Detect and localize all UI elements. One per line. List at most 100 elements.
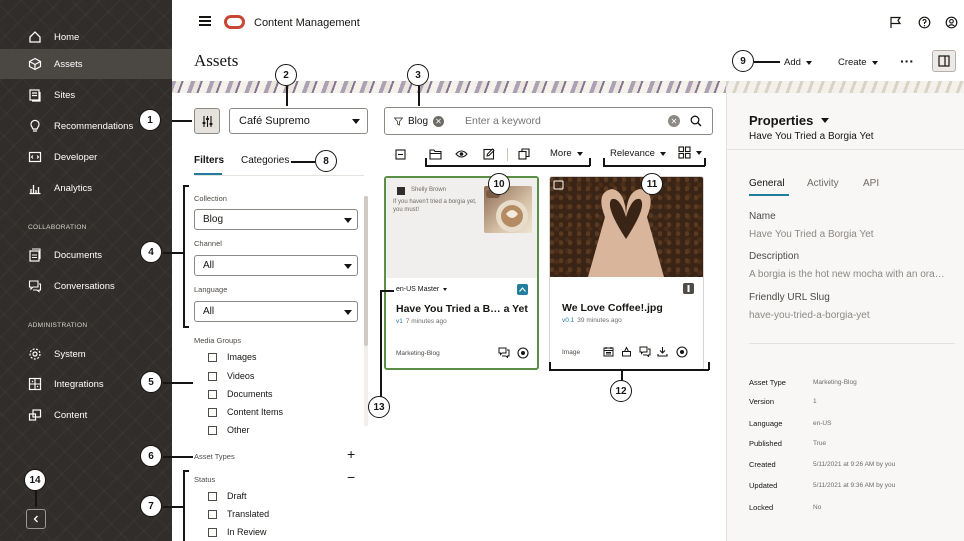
- language-dropdown[interactable]: en-US Master: [396, 286, 448, 293]
- media-group-content-items[interactable]: Content Items: [208, 407, 283, 417]
- meta-value: 1: [813, 398, 817, 405]
- properties-panel-toggle[interactable]: [932, 50, 956, 72]
- more-actions-button[interactable]: ···: [900, 53, 914, 69]
- hamburger-menu-icon[interactable]: [199, 16, 211, 26]
- callout-2: 2: [275, 64, 297, 86]
- flag-icon[interactable]: [887, 14, 903, 30]
- chevron-down-icon: [871, 60, 878, 65]
- callout-8: 8: [315, 150, 337, 172]
- callout-bracket: [183, 470, 185, 541]
- lock-icon[interactable]: [620, 345, 633, 358]
- tab-api[interactable]: API: [863, 178, 879, 189]
- sidebar-item-content[interactable]: Content: [0, 400, 172, 430]
- checkbox[interactable]: [208, 425, 217, 435]
- select-all-icon[interactable]: [392, 146, 408, 162]
- repository-select[interactable]: Café Supremo: [229, 108, 368, 134]
- content-icon: [26, 406, 44, 424]
- filter-toggle-button[interactable]: [194, 108, 220, 134]
- preview-icon[interactable]: [675, 345, 688, 358]
- checkbox[interactable]: [208, 371, 217, 381]
- checkbox-label: Content Items: [227, 407, 284, 417]
- sidebar-item-conversations[interactable]: Conversations: [0, 271, 172, 301]
- asset-types-label[interactable]: Asset Types: [194, 452, 235, 461]
- checkbox-label: Other: [227, 425, 250, 435]
- checkbox[interactable]: [208, 527, 217, 537]
- layout-menu-button[interactable]: [678, 146, 702, 159]
- chevron-left-icon: [33, 515, 38, 523]
- checkbox[interactable]: [208, 491, 217, 501]
- sidebar-item-home[interactable]: Home: [0, 22, 172, 52]
- checkbox[interactable]: [208, 509, 217, 519]
- tab-categories[interactable]: Categories: [241, 155, 289, 166]
- filter-scrollbar-thumb[interactable]: [364, 196, 368, 346]
- open-icon[interactable]: [427, 146, 443, 162]
- sidebar-item-system[interactable]: System: [0, 339, 172, 369]
- create-button[interactable]: Create: [838, 57, 878, 68]
- asset-card-image[interactable]: We Love Coffee!.jpg v0.1 39 minutes ago I…: [549, 176, 704, 370]
- user-avatar-icon[interactable]: [943, 14, 959, 30]
- callout-line: [163, 252, 183, 254]
- assets-icon: [26, 55, 44, 73]
- collapse-minus-icon[interactable]: −: [347, 469, 355, 485]
- remove-chip-icon[interactable]: ✕: [433, 116, 445, 127]
- media-group-videos[interactable]: Videos: [208, 371, 254, 381]
- filter-chip-blog[interactable]: Blog ✕: [394, 114, 445, 129]
- collection-select[interactable]: Blog: [194, 209, 358, 230]
- media-group-images[interactable]: Images: [208, 352, 257, 362]
- checkbox[interactable]: [208, 407, 217, 417]
- sidebar-item-developer[interactable]: Developer: [0, 142, 172, 172]
- channel-value: All: [203, 260, 215, 271]
- content-preview: Shelly Brown If you haven't tried a borg…: [386, 178, 537, 278]
- sidebar-item-label: Conversations: [54, 280, 115, 292]
- chip-label: Blog: [408, 116, 429, 127]
- status-draft[interactable]: Draft: [208, 491, 247, 501]
- media-group-other[interactable]: Other: [208, 425, 250, 435]
- meta-value: Marketing-Blog: [813, 379, 857, 386]
- media-group-documents[interactable]: Documents: [208, 389, 273, 399]
- decorative-banner: [172, 81, 726, 93]
- status-in-review[interactable]: In Review: [208, 527, 267, 537]
- collapse-sidebar-button[interactable]: [26, 509, 46, 529]
- tab-filters[interactable]: Filters: [194, 155, 224, 166]
- preview-icon[interactable]: [516, 346, 529, 359]
- meta-value: True: [813, 440, 827, 447]
- conversation-icon[interactable]: [638, 345, 651, 358]
- tab-general[interactable]: General: [749, 178, 785, 189]
- asset-card-blog-post[interactable]: Shelly Brown If you haven't tried a borg…: [384, 176, 539, 370]
- channel-select[interactable]: All: [194, 255, 358, 276]
- expand-plus-icon[interactable]: +: [347, 446, 355, 462]
- callout-bracket: [425, 165, 590, 167]
- clear-search-icon[interactable]: ✕: [668, 115, 680, 127]
- checkbox[interactable]: [208, 389, 217, 399]
- asset-name: We Love Coffee!.jpg: [562, 302, 663, 314]
- language-select[interactable]: All: [194, 301, 358, 322]
- status-label[interactable]: Status: [194, 475, 215, 484]
- sidebar-item-sites[interactable]: Sites: [0, 80, 172, 110]
- sidebar-item-analytics[interactable]: Analytics: [0, 173, 172, 203]
- add-button[interactable]: Add: [784, 57, 812, 68]
- create-label: Create: [838, 57, 867, 68]
- checked-icon: [397, 187, 405, 195]
- snippet-author: Shelly Brown: [411, 187, 447, 193]
- help-icon[interactable]: [916, 14, 932, 30]
- download-icon[interactable]: [656, 345, 669, 358]
- status-translated[interactable]: Translated: [208, 509, 269, 519]
- integrations-icon: [26, 375, 44, 393]
- calendar-icon[interactable]: [602, 345, 615, 358]
- properties-title-dropdown[interactable]: Properties: [749, 113, 830, 128]
- more-menu-button[interactable]: More: [550, 148, 583, 159]
- chevron-down-icon: [576, 151, 583, 156]
- sidebar-item-assets[interactable]: Assets: [0, 49, 172, 79]
- callout-bracket: [549, 369, 709, 371]
- copy-icon[interactable]: [516, 146, 532, 162]
- checkbox[interactable]: [208, 352, 217, 362]
- tab-activity[interactable]: Activity: [807, 178, 839, 189]
- search-icon[interactable]: [690, 115, 702, 130]
- view-icon[interactable]: [453, 146, 469, 162]
- search-input[interactable]: [465, 113, 655, 129]
- version-number: v0.1: [562, 317, 575, 324]
- conversation-icon[interactable]: [497, 346, 510, 359]
- sort-menu-button[interactable]: Relevance: [610, 148, 666, 159]
- edit-icon[interactable]: [481, 146, 497, 162]
- grid-view-icon: [678, 146, 691, 159]
